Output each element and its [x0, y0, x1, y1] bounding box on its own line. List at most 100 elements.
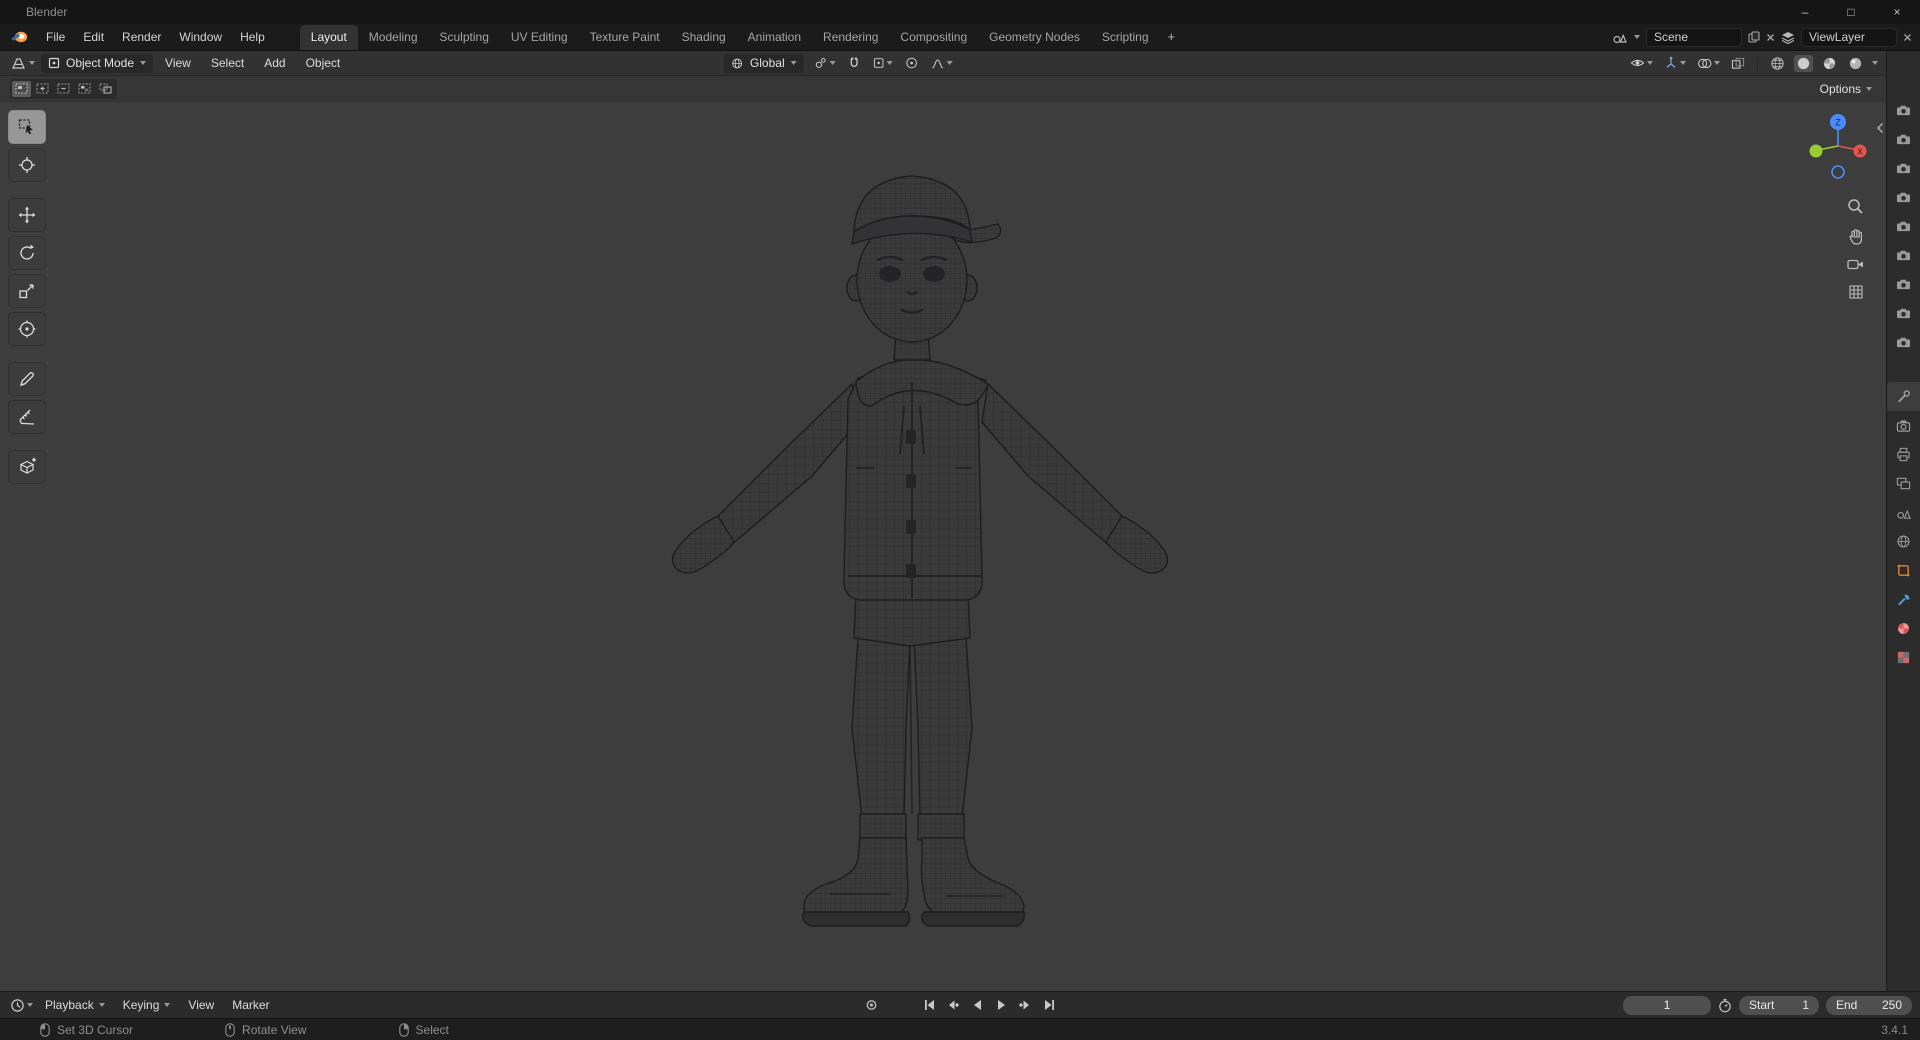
tool-transform[interactable] — [8, 312, 46, 346]
outliner-camera-toggle-icon[interactable] — [1887, 95, 1920, 124]
play-reverse-button[interactable] — [967, 996, 988, 1015]
pivot-point-dropdown[interactable] — [812, 55, 838, 71]
remove-view-layer-icon[interactable] — [1903, 33, 1912, 42]
jump-to-end-button[interactable] — [1039, 996, 1060, 1015]
properties-tab-scene[interactable] — [1887, 498, 1920, 527]
menu-edit[interactable]: Edit — [74, 24, 113, 50]
frame-start-field[interactable]: Start 1 — [1739, 996, 1819, 1015]
xray-toggle[interactable] — [1729, 56, 1747, 71]
minimize-button[interactable]: – — [1782, 0, 1828, 24]
select-mode-invert-icon[interactable] — [75, 81, 94, 97]
shading-wireframe-button[interactable] — [1768, 55, 1787, 72]
outliner-camera-toggle-icon[interactable] — [1887, 153, 1920, 182]
frame-end-field[interactable]: End 250 — [1826, 996, 1912, 1015]
tab-modeling[interactable]: Modeling — [358, 25, 429, 50]
proportional-falloff-dropdown[interactable] — [929, 56, 955, 71]
outliner-camera-toggle-icon[interactable] — [1887, 182, 1920, 211]
next-keyframe-button[interactable] — [1015, 996, 1036, 1015]
browse-scene-icon[interactable] — [1612, 31, 1628, 44]
outliner-camera-toggle-icon[interactable] — [1887, 327, 1920, 356]
select-mode-extend-icon[interactable] — [33, 81, 52, 97]
previous-keyframe-button[interactable] — [943, 996, 964, 1015]
properties-tab-view-layer[interactable] — [1887, 469, 1920, 498]
zoom-icon[interactable] — [1847, 198, 1864, 215]
tool-annotate[interactable] — [8, 362, 46, 396]
pan-hand-icon[interactable] — [1848, 228, 1864, 245]
tool-add-cube[interactable] — [8, 450, 46, 484]
play-button[interactable] — [991, 996, 1012, 1015]
perspective-grid-icon[interactable] — [1848, 284, 1864, 300]
snap-toggle[interactable] — [846, 56, 863, 71]
outliner-camera-toggle-icon[interactable] — [1887, 240, 1920, 269]
overlays-toggle[interactable] — [1695, 56, 1722, 71]
timeline-editor-type-button[interactable] — [8, 997, 35, 1014]
tab-geometry-nodes[interactable]: Geometry Nodes — [978, 25, 1091, 50]
scene-name-field[interactable]: Scene — [1646, 28, 1742, 47]
shading-rendered-button[interactable] — [1846, 55, 1865, 72]
tool-move[interactable] — [8, 198, 46, 232]
add-workspace-button[interactable]: + — [1160, 24, 1184, 50]
new-scene-icon[interactable] — [1748, 31, 1760, 43]
shading-solid-button[interactable] — [1794, 55, 1813, 72]
viewport-menu-object[interactable]: Object — [298, 56, 349, 70]
select-mode-subtract-icon[interactable] — [54, 81, 73, 97]
mode-dropdown[interactable]: Object Mode — [41, 54, 153, 73]
shading-options-chevron-icon[interactable] — [1872, 61, 1878, 65]
wireframe-character-model[interactable] — [660, 168, 1180, 938]
view-layer-icon[interactable] — [1781, 31, 1795, 44]
tool-select-box[interactable] — [8, 110, 46, 144]
maximize-button[interactable]: □ — [1828, 0, 1874, 24]
menu-help[interactable]: Help — [231, 24, 274, 50]
tab-animation[interactable]: Animation — [737, 25, 812, 50]
tab-texture-paint[interactable]: Texture Paint — [579, 25, 671, 50]
snap-settings-dropdown[interactable] — [871, 56, 895, 70]
jump-to-start-button[interactable] — [919, 996, 940, 1015]
panel-collapse-arrow-icon[interactable] — [1876, 122, 1884, 134]
stopwatch-icon[interactable] — [1718, 998, 1732, 1013]
tab-rendering[interactable]: Rendering — [812, 25, 889, 50]
properties-tab-output[interactable] — [1887, 440, 1920, 469]
chevron-down-icon[interactable] — [1634, 35, 1640, 39]
tab-shading[interactable]: Shading — [671, 25, 737, 50]
properties-tab-texture[interactable] — [1887, 643, 1920, 672]
menu-window[interactable]: Window — [170, 24, 231, 50]
outliner-camera-toggle-icon[interactable] — [1887, 124, 1920, 153]
select-mode-intersect-icon[interactable] — [96, 81, 115, 97]
timeline-menu-view[interactable]: View — [180, 998, 222, 1012]
outliner-camera-toggle-icon[interactable] — [1887, 211, 1920, 240]
tool-measure[interactable] — [8, 400, 46, 434]
menu-file[interactable]: File — [37, 24, 74, 50]
tool-scale[interactable] — [8, 274, 46, 308]
tool-options-dropdown[interactable]: Options — [1820, 82, 1872, 96]
viewport-menu-select[interactable]: Select — [203, 56, 252, 70]
view-layer-field[interactable]: ViewLayer — [1801, 28, 1897, 47]
tab-layout[interactable]: Layout — [300, 25, 358, 50]
outliner-camera-toggle-icon[interactable] — [1887, 269, 1920, 298]
select-mode-set-icon[interactable] — [12, 81, 31, 97]
unlink-scene-icon[interactable] — [1766, 33, 1775, 42]
object-visibility-dropdown[interactable] — [1628, 56, 1655, 70]
properties-tab-world[interactable] — [1887, 527, 1920, 556]
outliner-camera-toggle-icon[interactable] — [1887, 298, 1920, 327]
proportional-editing-toggle[interactable] — [903, 55, 921, 71]
gizmos-toggle[interactable] — [1662, 55, 1688, 71]
tab-uv-editing[interactable]: UV Editing — [500, 25, 579, 50]
close-button[interactable]: × — [1874, 0, 1920, 24]
tab-scripting[interactable]: Scripting — [1091, 25, 1160, 50]
camera-view-icon[interactable] — [1847, 258, 1864, 271]
timeline-menu-keying[interactable]: Keying — [115, 998, 179, 1012]
blender-logo-icon[interactable] — [0, 24, 37, 50]
transform-orientation-dropdown[interactable]: Global — [724, 54, 804, 73]
properties-tab-object[interactable] — [1887, 556, 1920, 585]
editor-type-button[interactable] — [8, 55, 37, 72]
tab-compositing[interactable]: Compositing — [889, 25, 978, 50]
menu-render[interactable]: Render — [113, 24, 170, 50]
timeline-menu-playback[interactable]: Playback — [37, 998, 113, 1012]
properties-tab-render[interactable] — [1887, 411, 1920, 440]
properties-tab-tool[interactable] — [1887, 382, 1920, 411]
auto-key-record-button[interactable] — [861, 996, 882, 1015]
viewport-3d[interactable]: Options — [0, 76, 1886, 991]
tool-cursor[interactable] — [8, 148, 46, 182]
properties-tab-material[interactable] — [1887, 614, 1920, 643]
viewport-menu-add[interactable]: Add — [256, 56, 293, 70]
